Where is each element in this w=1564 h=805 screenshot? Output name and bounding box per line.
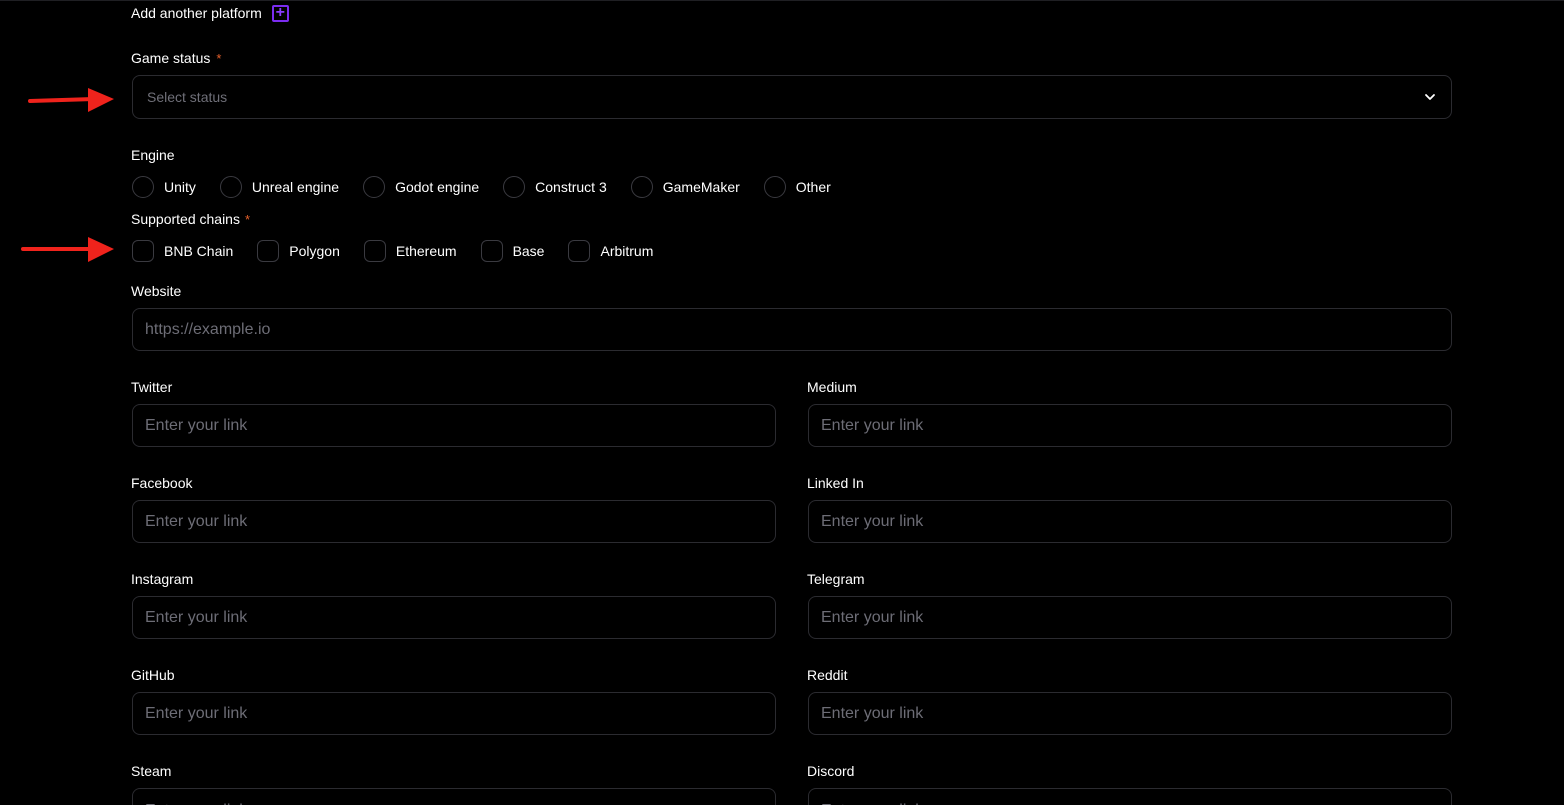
radio-circle[interactable] <box>132 176 154 198</box>
add-platform-label: Add another platform <box>131 5 262 21</box>
steam-input[interactable] <box>133 789 775 805</box>
engine-option-gamemaker[interactable]: GameMaker <box>630 176 740 198</box>
option-label: BNB Chain <box>164 243 234 259</box>
option-label: Unreal engine <box>251 179 340 195</box>
facebook-label: Facebook <box>131 475 193 491</box>
engine-label: Engine <box>131 147 175 163</box>
engine-option-construct[interactable]: Construct 3 <box>503 176 607 198</box>
engine-option-unreal[interactable]: Unreal engine <box>219 176 340 198</box>
steam-label: Steam <box>131 763 172 779</box>
option-label: Base <box>512 243 545 259</box>
option-label: Polygon <box>289 243 340 259</box>
option-label: Construct 3 <box>535 179 607 195</box>
instagram-input[interactable] <box>133 597 775 638</box>
linkedin-label: Linked In <box>807 475 864 491</box>
discord-input[interactable] <box>809 789 1451 805</box>
chain-option-base[interactable]: Base <box>480 240 545 262</box>
chain-option-polygon[interactable]: Polygon <box>257 240 340 262</box>
discord-label: Discord <box>807 763 855 779</box>
supported-chains-label: Supported chains * <box>131 210 250 229</box>
engine-option-unity[interactable]: Unity <box>132 176 196 198</box>
checkbox[interactable] <box>568 240 591 262</box>
checkbox[interactable] <box>132 240 154 262</box>
discord-field[interactable] <box>808 788 1452 805</box>
chain-option-ethereum[interactable]: Ethereum <box>363 240 457 262</box>
game-status-select[interactable]: Select status <box>132 75 1452 119</box>
checkbox[interactable] <box>480 240 503 262</box>
annotation-arrow-icon <box>28 88 114 112</box>
add-platform-row: Add another platform + <box>131 4 289 22</box>
option-label: Unity <box>164 179 196 195</box>
website-field[interactable] <box>132 308 1452 351</box>
engine-radio-group: Unity Unreal engine Godot engine Constru… <box>132 176 831 198</box>
radio-circle[interactable] <box>763 176 786 198</box>
linkedin-input[interactable] <box>809 501 1451 542</box>
game-status-label: Game status * <box>131 49 221 68</box>
reddit-field[interactable] <box>808 692 1452 735</box>
website-label: Website <box>131 283 182 299</box>
radio-circle[interactable] <box>630 176 653 198</box>
required-mark: * <box>216 51 222 66</box>
option-label: Arbitrum <box>600 243 654 259</box>
game-status-placeholder: Select status <box>147 89 228 105</box>
checkbox[interactable] <box>257 240 280 262</box>
medium-field[interactable] <box>808 404 1452 447</box>
github-input[interactable] <box>133 693 775 734</box>
chain-option-arbitrum[interactable]: Arbitrum <box>568 240 653 262</box>
option-label: GameMaker <box>662 179 740 195</box>
github-field[interactable] <box>132 692 776 735</box>
engine-option-other[interactable]: Other <box>763 176 831 198</box>
facebook-input[interactable] <box>133 501 775 542</box>
telegram-label: Telegram <box>807 571 865 587</box>
game-form-page: Add another platform + Game status * Sele… <box>0 0 1564 805</box>
twitter-input[interactable] <box>133 405 775 446</box>
website-input[interactable] <box>133 309 1451 350</box>
steam-field[interactable] <box>132 788 776 805</box>
option-label: Other <box>795 179 831 195</box>
linkedin-field[interactable] <box>808 500 1452 543</box>
radio-circle[interactable] <box>363 176 386 198</box>
facebook-field[interactable] <box>132 500 776 543</box>
chains-checkbox-group: BNB Chain Polygon Ethereum Base Arbitrum <box>132 240 653 262</box>
twitter-label: Twitter <box>131 379 173 395</box>
telegram-field[interactable] <box>808 596 1452 639</box>
radio-circle[interactable] <box>219 176 242 198</box>
annotation-arrow-icon <box>21 237 114 262</box>
supported-chains-label-text: Supported chains <box>131 211 240 227</box>
chain-option-bnb[interactable]: BNB Chain <box>132 240 233 262</box>
radio-circle[interactable] <box>503 176 526 198</box>
engine-option-godot[interactable]: Godot engine <box>363 176 479 198</box>
game-status-label-text: Game status <box>131 50 211 66</box>
instagram-field[interactable] <box>132 596 776 639</box>
required-mark: * <box>244 212 251 227</box>
github-label: GitHub <box>131 667 175 683</box>
option-label: Ethereum <box>395 243 457 259</box>
twitter-field[interactable] <box>132 404 776 447</box>
reddit-input[interactable] <box>809 693 1451 734</box>
chevron-down-icon <box>1425 94 1435 100</box>
option-label: Godot engine <box>395 179 480 195</box>
checkbox[interactable] <box>363 240 386 262</box>
medium-label: Medium <box>807 379 857 395</box>
instagram-label: Instagram <box>131 571 194 587</box>
top-divider <box>0 0 1564 1</box>
medium-input[interactable] <box>809 405 1451 446</box>
telegram-input[interactable] <box>809 597 1451 638</box>
reddit-label: Reddit <box>807 667 848 683</box>
plus-icon[interactable]: + <box>271 4 289 22</box>
